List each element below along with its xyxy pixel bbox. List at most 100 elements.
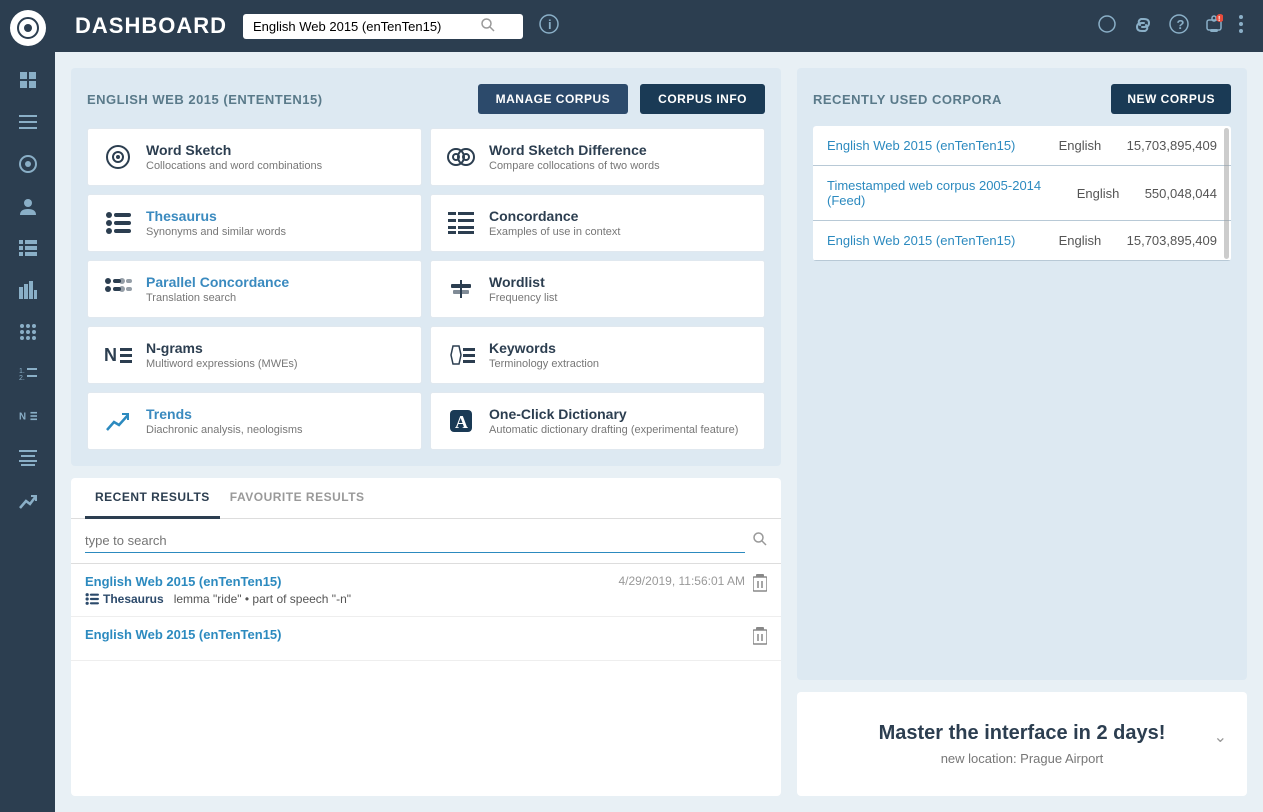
concordance-desc: Examples of use in context	[489, 226, 620, 238]
sidebar: 1.2. N	[0, 0, 55, 812]
tool-card-wordlist[interactable]: Wordlist Frequency list	[430, 260, 765, 318]
topbar-theme-icon[interactable]	[1097, 14, 1117, 39]
parallel-concordance-name: Parallel Concordance	[146, 274, 289, 290]
sidebar-item-trends[interactable]	[10, 482, 46, 518]
result-type-icon	[85, 592, 99, 606]
topbar-right-icons: ? !	[1097, 14, 1243, 39]
corpus-item-lang: English	[1059, 233, 1119, 248]
tool-card-concordance[interactable]: Concordance Examples of use in context	[430, 194, 765, 252]
topbar-more-icon[interactable]	[1239, 15, 1243, 38]
word-sketch-name: Word Sketch	[146, 142, 322, 158]
result-corpus-name[interactable]: English Web 2015 (enTenTen15)	[85, 574, 610, 589]
corpora-panel-title: RECENTLY USED CORPORA	[813, 92, 1111, 107]
results-search-icon	[753, 532, 767, 551]
sidebar-item-grid[interactable]	[10, 314, 46, 350]
ngrams-icon: N	[102, 339, 134, 371]
topbar-info-icon[interactable]: i	[539, 14, 559, 39]
sidebar-item-list[interactable]	[10, 104, 46, 140]
corpus-list-item[interactable]: English Web 2015 (enTenTen15) English 15…	[813, 126, 1231, 166]
corpus-list-item[interactable]: English Web 2015 (enTenTen15) English 15…	[813, 221, 1231, 261]
word-sketch-diff-icon	[445, 141, 477, 173]
svg-text:N: N	[19, 411, 26, 422]
sidebar-item-freqlist[interactable]	[10, 440, 46, 476]
result-delete-button[interactable]	[753, 627, 767, 650]
corpus-item-name: English Web 2015 (enTenTen15)	[827, 233, 1051, 248]
tool-card-word-sketch-diff[interactable]: Word Sketch Difference Compare collocati…	[430, 128, 765, 186]
tool-card-ngrams[interactable]: N N-grams Multiword expressions (MWEs)	[87, 326, 422, 384]
result-timestamp: 4/29/2019, 11:56:01 AM	[618, 574, 745, 588]
sidebar-item-ngrams[interactable]: N	[10, 398, 46, 434]
sidebar-item-menu[interactable]	[10, 230, 46, 266]
promo-collapse-icon[interactable]: ⌄	[1214, 727, 1227, 747]
word-sketch-info: Word Sketch Collocations and word combin…	[146, 142, 322, 172]
wordlist-desc: Frequency list	[489, 292, 557, 304]
tool-card-keywords[interactable]: Keywords Terminology extraction	[430, 326, 765, 384]
one-click-dict-name: One-Click Dictionary	[489, 406, 738, 422]
wordlist-name: Wordlist	[489, 274, 557, 290]
result-corpus-name[interactable]: English Web 2015 (enTenTen15)	[85, 627, 745, 642]
corpus-panel-title: ENGLISH WEB 2015 (ENTENTEN15)	[87, 92, 466, 107]
thesaurus-icon	[102, 207, 134, 239]
tab-recent-results[interactable]: RECENT RESULTS	[85, 478, 220, 519]
results-search-bar	[71, 519, 781, 564]
corpus-info-button[interactable]: CORPUS INFO	[640, 84, 765, 114]
svg-text:1.: 1.	[19, 368, 25, 375]
concordance-info: Concordance Examples of use in context	[489, 208, 620, 238]
topbar: DASHBOARD i ? !	[55, 0, 1263, 52]
trends-desc: Diachronic analysis, neologisms	[146, 424, 303, 436]
result-meta-text: lemma "ride" • part of speech "-n"	[174, 592, 351, 606]
manage-corpus-button[interactable]: MANAGE CORPUS	[478, 84, 629, 114]
app-title: DASHBOARD	[75, 13, 227, 39]
corpus-panel: ENGLISH WEB 2015 (ENTENTEN15) MANAGE COR…	[71, 68, 781, 466]
corpus-search-icon	[481, 18, 495, 35]
keywords-info: Keywords Terminology extraction	[489, 340, 599, 370]
keywords-desc: Terminology extraction	[489, 358, 599, 370]
left-panel: ENGLISH WEB 2015 (ENTENTEN15) MANAGE COR…	[71, 68, 781, 796]
app-logo[interactable]	[10, 10, 46, 46]
tool-card-parallel-concordance[interactable]: Parallel Concordance Translation search	[87, 260, 422, 318]
concordance-icon	[445, 207, 477, 239]
new-corpus-button[interactable]: NEW CORPUS	[1111, 84, 1231, 114]
wordlist-info: Wordlist Frequency list	[489, 274, 557, 304]
topbar-notification-icon[interactable]: !	[1205, 14, 1223, 39]
tool-card-trends[interactable]: Trends Diachronic analysis, neologisms	[87, 392, 422, 450]
keywords-name: Keywords	[489, 340, 599, 356]
promo-subtitle: new location: Prague Airport	[817, 751, 1227, 766]
keywords-icon	[445, 339, 477, 371]
svg-text:A: A	[455, 412, 468, 432]
corpus-list-item[interactable]: Timestamped web corpus 2005-2014 (Feed) …	[813, 166, 1231, 221]
corpora-scrollbar[interactable]	[1224, 128, 1229, 259]
tool-card-thesaurus[interactable]: Thesaurus Synonyms and similar words	[87, 194, 422, 252]
ngrams-name: N-grams	[146, 340, 298, 356]
tools-grid: Word Sketch Collocations and word combin…	[87, 128, 765, 450]
result-item-main: English Web 2015 (enTenTen15) Thesaurus …	[85, 574, 610, 606]
one-click-dict-icon: A	[445, 405, 477, 437]
results-panel: RECENT RESULTS FAVOURITE RESULTS English…	[71, 478, 781, 796]
right-panel: RECENTLY USED CORPORA NEW CORPUS English…	[797, 68, 1247, 796]
tool-card-one-click-dict[interactable]: A One-Click Dictionary Automatic diction…	[430, 392, 765, 450]
corpus-search-input[interactable]	[253, 19, 473, 34]
tool-card-word-sketch[interactable]: Word Sketch Collocations and word combin…	[87, 128, 422, 186]
result-item: English Web 2015 (enTenTen15) Thesaurus …	[71, 564, 781, 617]
body-layout: ENGLISH WEB 2015 (ENTENTEN15) MANAGE COR…	[55, 52, 1263, 812]
corpus-item-name: Timestamped web corpus 2005-2014 (Feed)	[827, 178, 1069, 208]
sidebar-item-chart[interactable]	[10, 272, 46, 308]
topbar-link-icon[interactable]	[1133, 16, 1153, 37]
corpora-list: English Web 2015 (enTenTen15) English 15…	[813, 126, 1231, 261]
concordance-name: Concordance	[489, 208, 620, 224]
svg-text:2.: 2.	[19, 375, 25, 382]
sidebar-item-user[interactable]	[10, 188, 46, 224]
results-search-input[interactable]	[85, 529, 745, 553]
parallel-concordance-info: Parallel Concordance Translation search	[146, 274, 289, 304]
ngrams-desc: Multiword expressions (MWEs)	[146, 358, 298, 370]
sidebar-item-concordance[interactable]	[10, 146, 46, 182]
sidebar-item-dashboard[interactable]	[10, 62, 46, 98]
thesaurus-name: Thesaurus	[146, 208, 286, 224]
tab-favourite-results[interactable]: FAVOURITE RESULTS	[220, 478, 375, 519]
corpus-search-box[interactable]	[243, 14, 523, 39]
sidebar-item-ordered-list[interactable]: 1.2.	[10, 356, 46, 392]
topbar-help-icon[interactable]: ?	[1169, 14, 1189, 39]
svg-text:?: ?	[1177, 17, 1185, 32]
result-delete-button[interactable]	[753, 574, 767, 597]
trends-info: Trends Diachronic analysis, neologisms	[146, 406, 303, 436]
